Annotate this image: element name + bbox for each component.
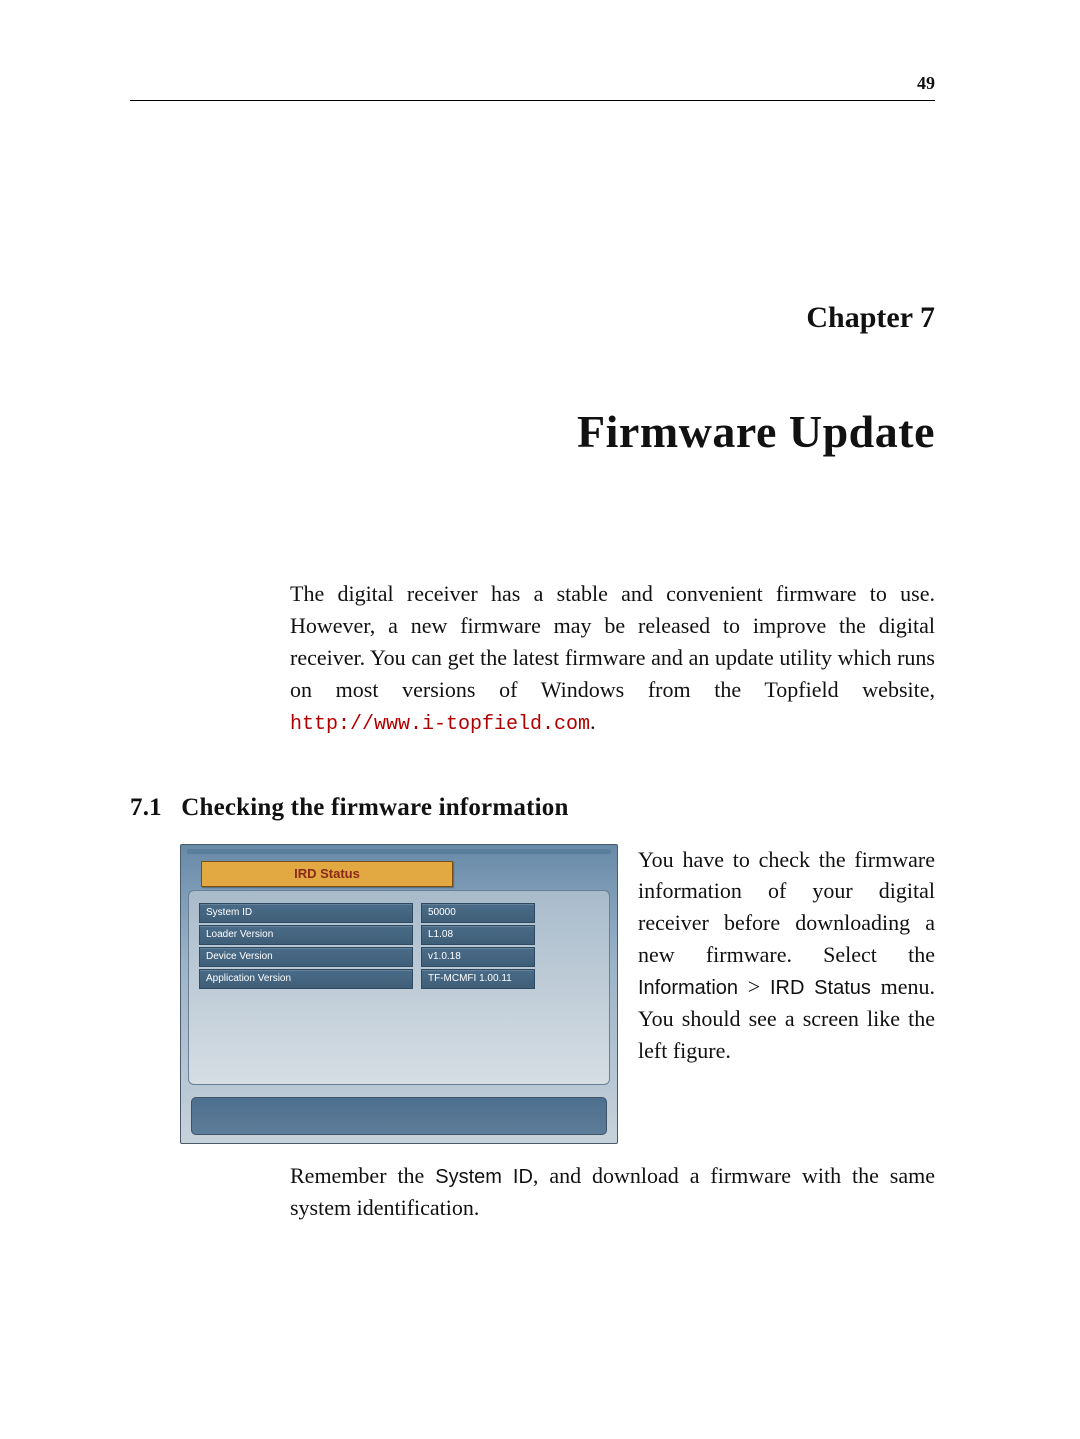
header-rule: 49 (130, 100, 935, 101)
ird-value: TF-MCMFI 1.00.11 (421, 969, 535, 989)
after-a: Remember the (290, 1163, 435, 1188)
ird-label: Device Version (199, 947, 413, 967)
menu-ird-status: IRD Status (770, 977, 871, 999)
ird-label: Loader Version (199, 925, 413, 945)
ird-value: L1.08 (421, 925, 535, 945)
intro-text-a: The digital receiver has a stable and co… (290, 581, 935, 702)
ird-label: Application Version (199, 969, 413, 989)
ird-bottom-bar (191, 1097, 607, 1135)
chapter-title: Firmware Update (120, 405, 935, 458)
ird-row-device-version: Device Version v1.0.18 (199, 947, 599, 967)
side-paragraph: You have to check the firmware informati… (638, 844, 935, 1067)
section-heading: 7.1 Checking the firmware information (130, 794, 960, 822)
ird-top-strip (187, 849, 611, 854)
ird-status-screenshot: IRD Status System ID 50000 Loader Versio… (180, 844, 618, 1144)
chapter-label: Chapter 7 (120, 301, 935, 335)
ird-panel: System ID 50000 Loader Version L1.08 Dev… (188, 890, 610, 1085)
ird-title-bar: IRD Status (201, 861, 453, 887)
menu-gt: > (738, 974, 770, 999)
intro-text-b: . (590, 709, 596, 734)
ird-label: System ID (199, 903, 413, 923)
section-number: 7.1 (130, 794, 162, 821)
section-title: Checking the firmware information (181, 794, 568, 821)
intro-paragraph: The digital receiver has a stable and co… (290, 578, 935, 739)
ird-row-application-version: Application Version TF-MCMFI 1.00.11 (199, 969, 599, 989)
document-page: 49 Chapter 7 Firmware Update The digital… (0, 0, 1080, 1439)
topfield-url: http://www.i-topfield.com (290, 713, 590, 736)
ird-value: v1.0.18 (421, 947, 535, 967)
system-id-label: System ID (435, 1166, 533, 1188)
ird-row-loader-version: Loader Version L1.08 (199, 925, 599, 945)
ird-row-system-id: System ID 50000 (199, 903, 599, 923)
after-paragraph: Remember the System ID, and download a f… (290, 1160, 935, 1224)
side-a: You have to check the firmware informati… (638, 847, 935, 968)
page-number: 49 (917, 73, 935, 94)
figure-row: IRD Status System ID 50000 Loader Versio… (180, 844, 935, 1144)
menu-information: Information (638, 977, 738, 999)
ird-value: 50000 (421, 903, 535, 923)
